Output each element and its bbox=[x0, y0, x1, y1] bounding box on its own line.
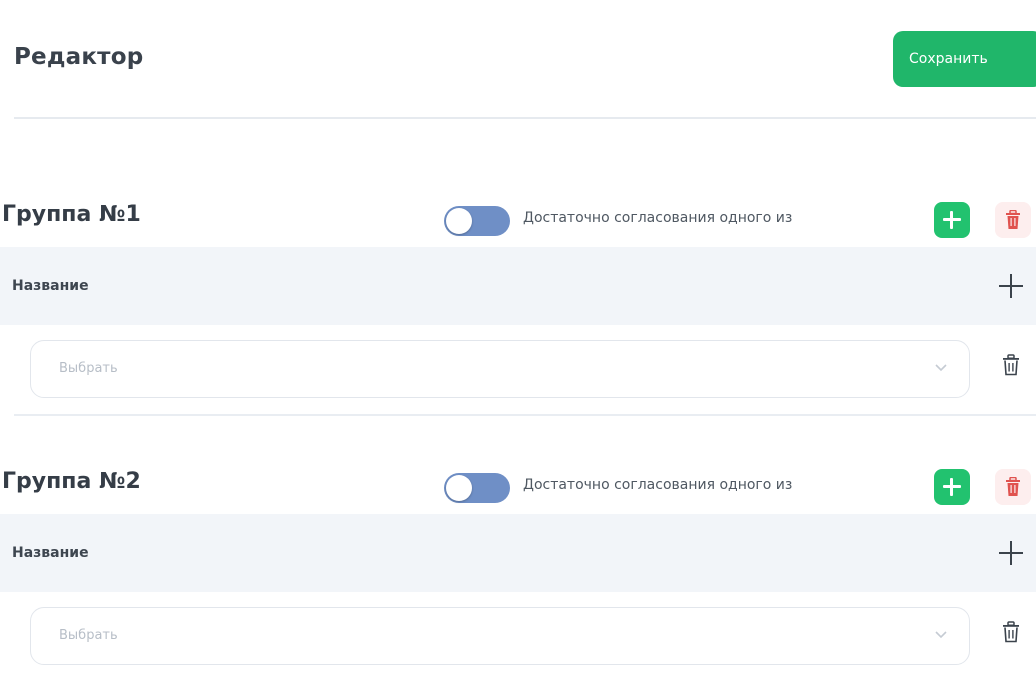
page-title: Редактор bbox=[14, 44, 144, 70]
toggle-knob bbox=[446, 475, 472, 501]
table-header: Название bbox=[0, 247, 1036, 325]
select-placeholder: Выбрать bbox=[59, 361, 118, 376]
column-title: Название bbox=[12, 545, 89, 561]
group-title: Группа №1 bbox=[2, 202, 141, 227]
toggle-label: Достаточно согласования одного из bbox=[523, 477, 793, 493]
column-title: Название bbox=[12, 278, 89, 294]
trash-icon[interactable] bbox=[1002, 621, 1020, 643]
chevron-down-icon bbox=[935, 631, 947, 639]
header-divider bbox=[14, 117, 1036, 119]
trash-icon bbox=[1006, 210, 1020, 229]
group-title: Группа №2 bbox=[2, 469, 141, 494]
add-approver-button[interactable] bbox=[934, 202, 970, 238]
delete-group-button[interactable] bbox=[995, 202, 1031, 238]
plus-icon[interactable] bbox=[996, 271, 1026, 301]
toggle-label: Достаточно согласования одного из bbox=[523, 210, 793, 226]
trash-icon bbox=[1006, 477, 1020, 496]
group-divider bbox=[14, 414, 1036, 416]
toggle-knob bbox=[446, 208, 472, 234]
approver-select[interactable]: Выбрать bbox=[30, 607, 970, 665]
delete-group-button[interactable] bbox=[995, 469, 1031, 505]
save-button[interactable]: Сохранить bbox=[893, 31, 1036, 87]
approval-toggle[interactable] bbox=[444, 473, 510, 503]
approval-toggle[interactable] bbox=[444, 206, 510, 236]
plus-icon[interactable] bbox=[996, 538, 1026, 568]
table-header: Название bbox=[0, 514, 1036, 592]
select-placeholder: Выбрать bbox=[59, 628, 118, 643]
editor-page: Редактор Сохранить Группа №1 Достаточно … bbox=[0, 0, 1036, 692]
approver-select[interactable]: Выбрать bbox=[30, 340, 970, 398]
trash-icon[interactable] bbox=[1002, 354, 1020, 376]
add-approver-button[interactable] bbox=[934, 469, 970, 505]
chevron-down-icon bbox=[935, 364, 947, 372]
